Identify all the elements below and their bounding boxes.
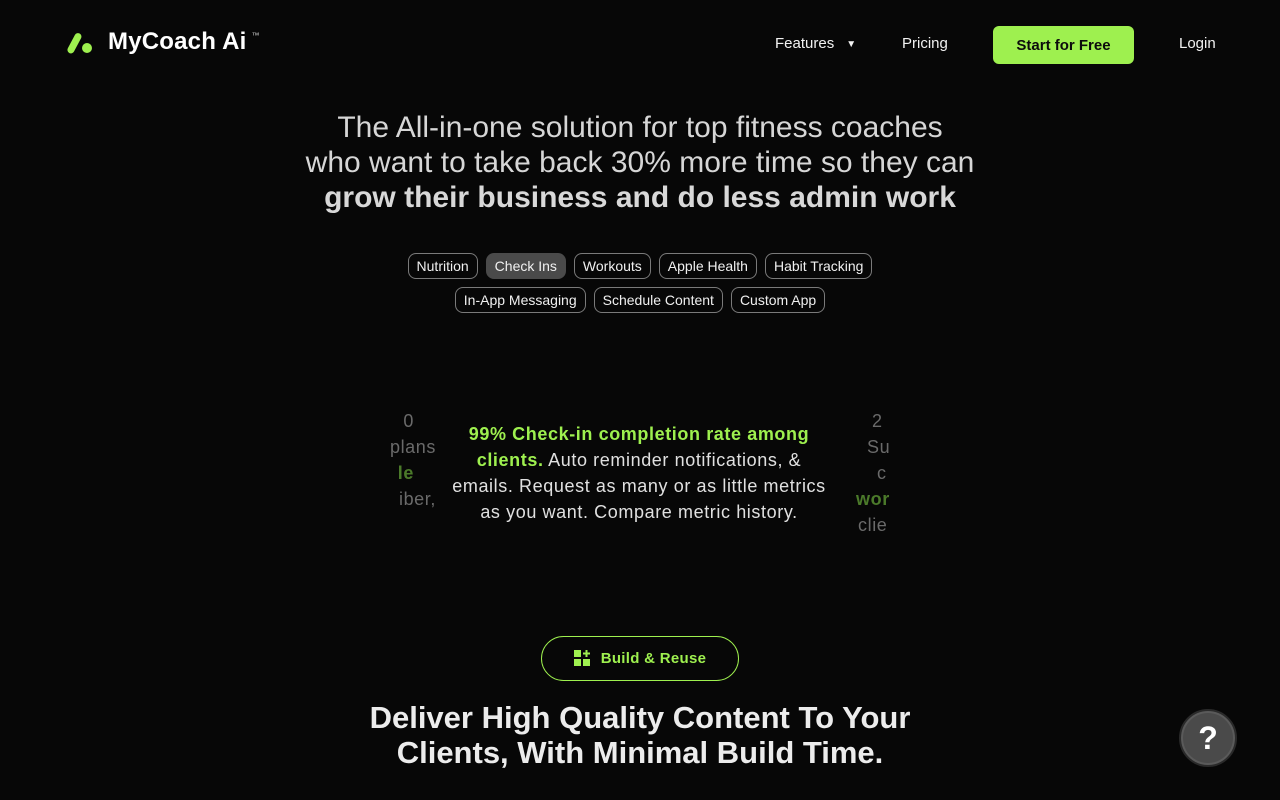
build-reuse-label: Build & Reuse [600,650,707,667]
carousel-slide-active: 99% Check-in completion rate among clien… [446,421,832,525]
next-slide-text-3: c [877,463,887,483]
hero-line-3: grow their business and do less admin wo… [324,181,956,214]
tag-apple-health[interactable]: Apple Health [658,253,757,279]
prev-slide-text-1: 0 [403,411,414,431]
next-slide-text-4: wor [856,489,890,509]
section-heading-line-2: Clients, With Minimal Build Time. [396,735,884,770]
section-heading-line-1: Deliver High Quality Content To Your [369,700,911,735]
caret-down-icon: ▼ [846,38,857,50]
prev-slide-text-4: iber, [398,489,436,509]
tag-habit-tracking[interactable]: Habit Tracking [764,253,873,279]
hero-headline: The All-in-one solution for top fitness … [0,110,1280,215]
hero-line-2: who want to take back 30% more time so t… [305,146,975,179]
brand-logo[interactable]: MyCoach Ai ™ [66,28,259,56]
next-slide-text-1: 2 [872,411,883,431]
tag-schedule-content[interactable]: Schedule Content [593,287,723,313]
feature-tags-row-1: Nutrition Check Ins Workouts Apple Healt… [0,253,1280,279]
grid-plus-icon [573,650,590,666]
section-heading: Deliver High Quality Content To Your Cli… [0,700,1280,770]
hero-line-1: The All-in-one solution for top fitness … [337,111,943,144]
feature-tags-row-2: In-App Messaging Schedule Content Custom… [0,287,1280,313]
tag-check-ins[interactable]: Check Ins [485,253,566,279]
carousel-slide-next[interactable]: 2 Su c wor clie [842,408,890,538]
tag-in-app-messaging[interactable]: In-App Messaging [454,287,586,313]
next-slide-text-5: clie [858,515,888,535]
prev-slide-text-2: plans [390,437,436,457]
top-navigation: MyCoach Ai ™ Features ▼ Pricing Start fo… [0,0,1280,90]
logo-mark-icon [67,33,92,54]
feature-carousel[interactable]: 0 plans le iber, 99% Check-in completion… [390,400,890,560]
help-button[interactable]: ? [1179,709,1237,767]
nav-pricing-link[interactable]: Pricing [902,35,948,52]
tag-workouts[interactable]: Workouts [573,253,651,279]
nav-features-dropdown[interactable]: Features ▼ [775,35,856,52]
next-slide-text-2: Su [867,437,890,457]
question-mark-icon: ? [1198,719,1218,756]
tag-nutrition[interactable]: Nutrition [407,253,478,279]
nav-login-link[interactable]: Login [1179,35,1216,52]
carousel-slide-previous[interactable]: 0 plans le iber, [390,408,436,512]
start-for-free-button[interactable]: Start for Free [993,26,1134,64]
tag-custom-app[interactable]: Custom App [730,287,826,313]
prev-slide-text-3: le [397,463,414,483]
trademark-symbol: ™ [251,31,260,40]
nav-features-label: Features [775,35,835,52]
brand-name: MyCoach Ai [108,28,247,55]
build-reuse-badge: Build & Reuse [541,636,739,681]
